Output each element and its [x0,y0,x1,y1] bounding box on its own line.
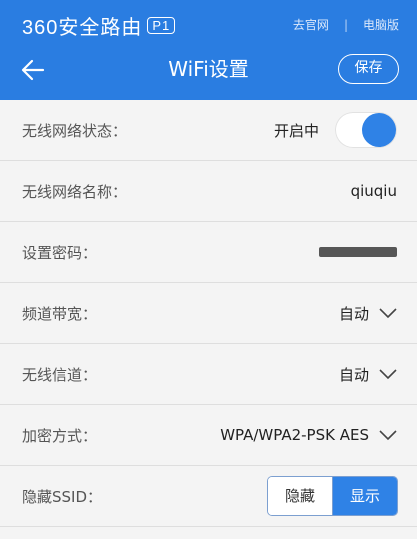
hide-ssid-row: 隐藏SSID： 隐藏 显示 [0,466,417,527]
toggle-knob [362,113,396,147]
chevron-down-icon [379,369,397,380]
bandwidth-select[interactable]: 自动 [339,303,397,324]
wifi-settings-list: 无线网络状态： 开启中 无线网络名称： qiuqiu 设置密码： 频道带宽： 自… [0,100,417,527]
bandwidth-value: 自动 [338,304,369,323]
wireless-status-value: 开启中 [273,121,319,140]
channel-label: 无线信道： [22,365,98,384]
brand-name: 360安全路由 [22,17,143,39]
encryption-value: WPA/WPA2-PSK AES [220,426,369,444]
brand-logo: 360安全路由 P1 [22,11,176,40]
official-site-link[interactable]: 去官网 [293,16,329,33]
app-header: 360安全路由 P1 去官网 | 电脑版 WiFi设置 保存 [0,0,417,100]
password-redacted[interactable] [319,247,397,257]
encryption-label: 加密方式： [22,426,98,445]
save-button[interactable]: 保存 [338,54,399,84]
network-name-value[interactable]: qiuqiu [351,182,397,200]
bandwidth-row[interactable]: 频道带宽： 自动 [0,283,417,344]
wireless-toggle[interactable] [335,112,397,148]
password-row[interactable]: 设置密码： [0,222,417,283]
chevron-down-icon [379,430,397,441]
wireless-status-row: 无线网络状态： 开启中 [0,100,417,161]
password-label: 设置密码： [22,243,98,262]
top-links: 去官网 | 电脑版 [293,16,399,33]
wireless-status-label: 无线网络状态： [22,121,128,140]
channel-value: 自动 [338,365,369,384]
hide-ssid-label: 隐藏SSID： [22,487,103,506]
chevron-down-icon [379,308,397,319]
network-name-label: 无线网络名称： [22,182,128,201]
channel-row[interactable]: 无线信道： 自动 [0,344,417,405]
network-name-row[interactable]: 无线网络名称： qiuqiu [0,161,417,222]
desktop-version-link[interactable]: 电脑版 [363,16,399,33]
hide-ssid-hide-button[interactable]: 隐藏 [268,477,332,515]
link-separator: | [343,17,348,32]
model-badge: P1 [147,17,176,34]
hide-ssid-segment: 隐藏 显示 [267,476,398,516]
encryption-row[interactable]: 加密方式： WPA/WPA2-PSK AES [0,405,417,466]
hide-ssid-show-button[interactable]: 显示 [332,477,397,515]
bandwidth-label: 频道带宽： [22,304,98,323]
encryption-select[interactable]: WPA/WPA2-PSK AES [220,426,397,444]
channel-select[interactable]: 自动 [339,364,397,385]
